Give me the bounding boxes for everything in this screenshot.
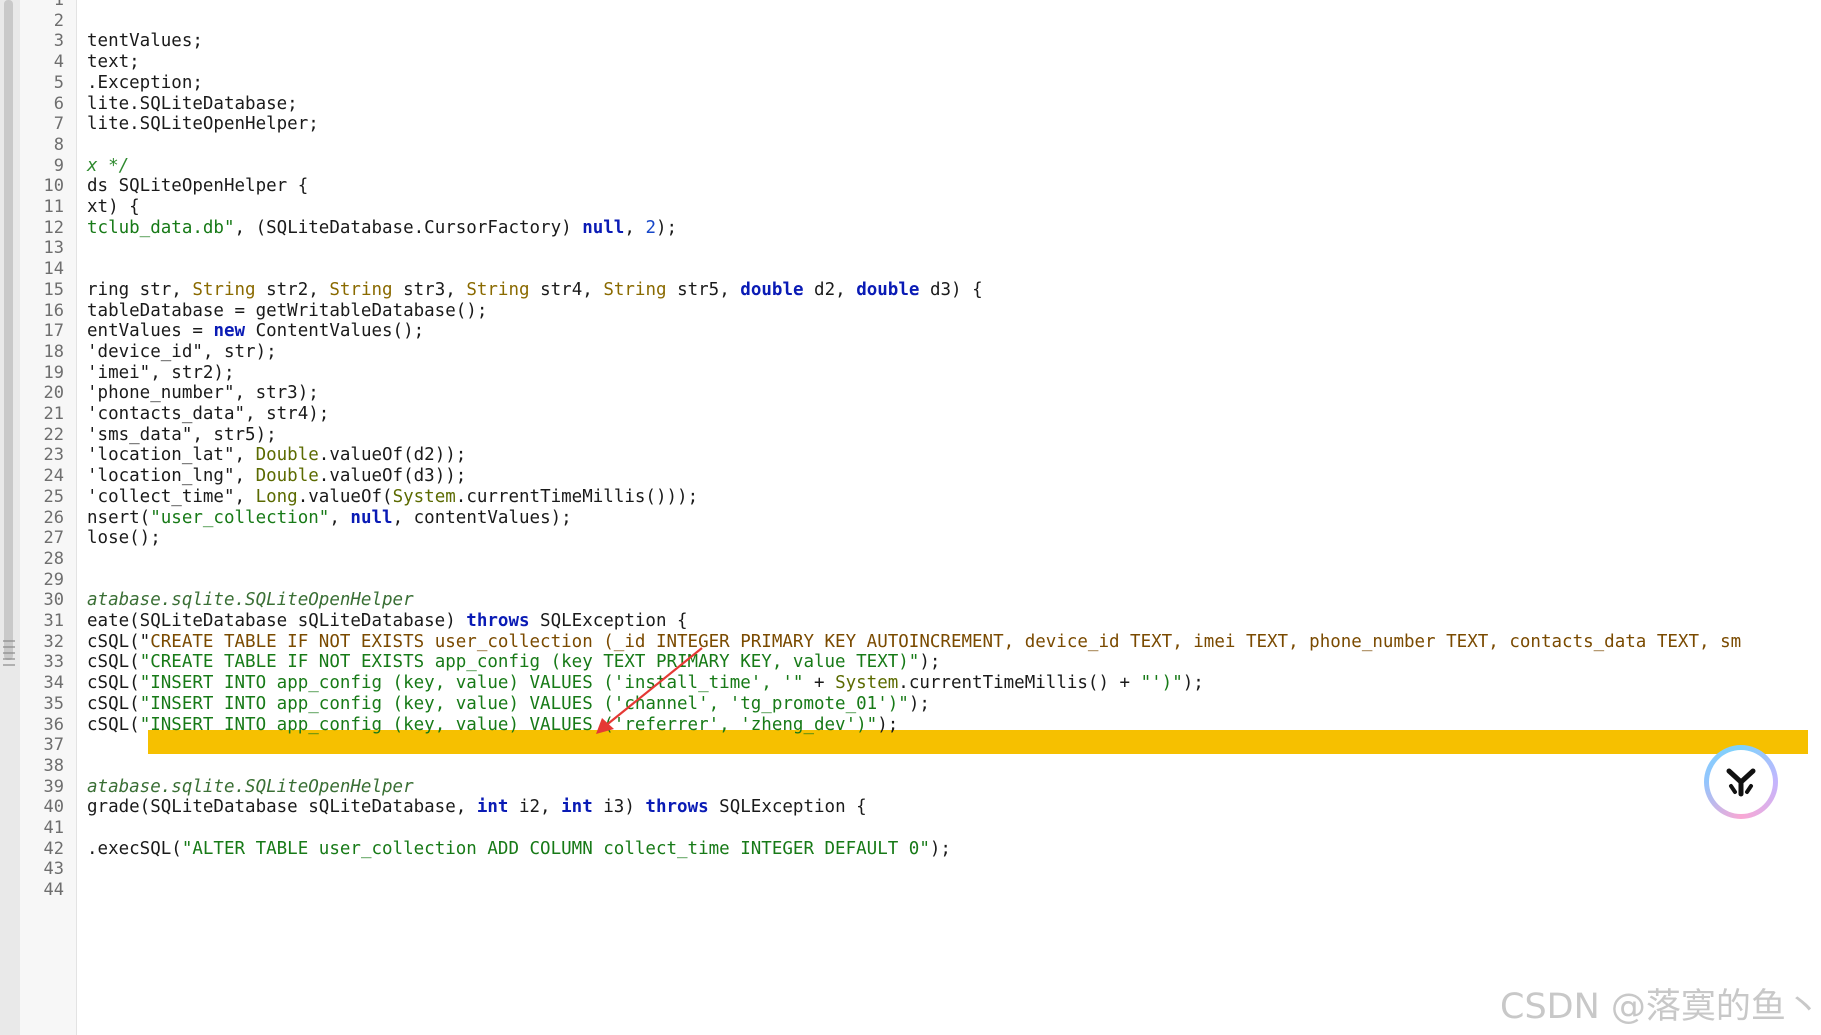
assistant-logo-icon xyxy=(1726,768,1756,797)
assistant-badge-icon[interactable] xyxy=(1704,745,1778,819)
code-line[interactable]: 44 xyxy=(0,878,1821,902)
code-editor[interactable]: 1 2 3 tentValues; 4 text; 5 .Exception; 6 lite.SQ… xyxy=(0,0,1821,1035)
red-arrow-icon xyxy=(596,647,703,734)
line-number: 44 xyxy=(43,880,64,901)
csdn-watermark: CSDN @落寞的鱼丶 xyxy=(1500,987,1821,1027)
